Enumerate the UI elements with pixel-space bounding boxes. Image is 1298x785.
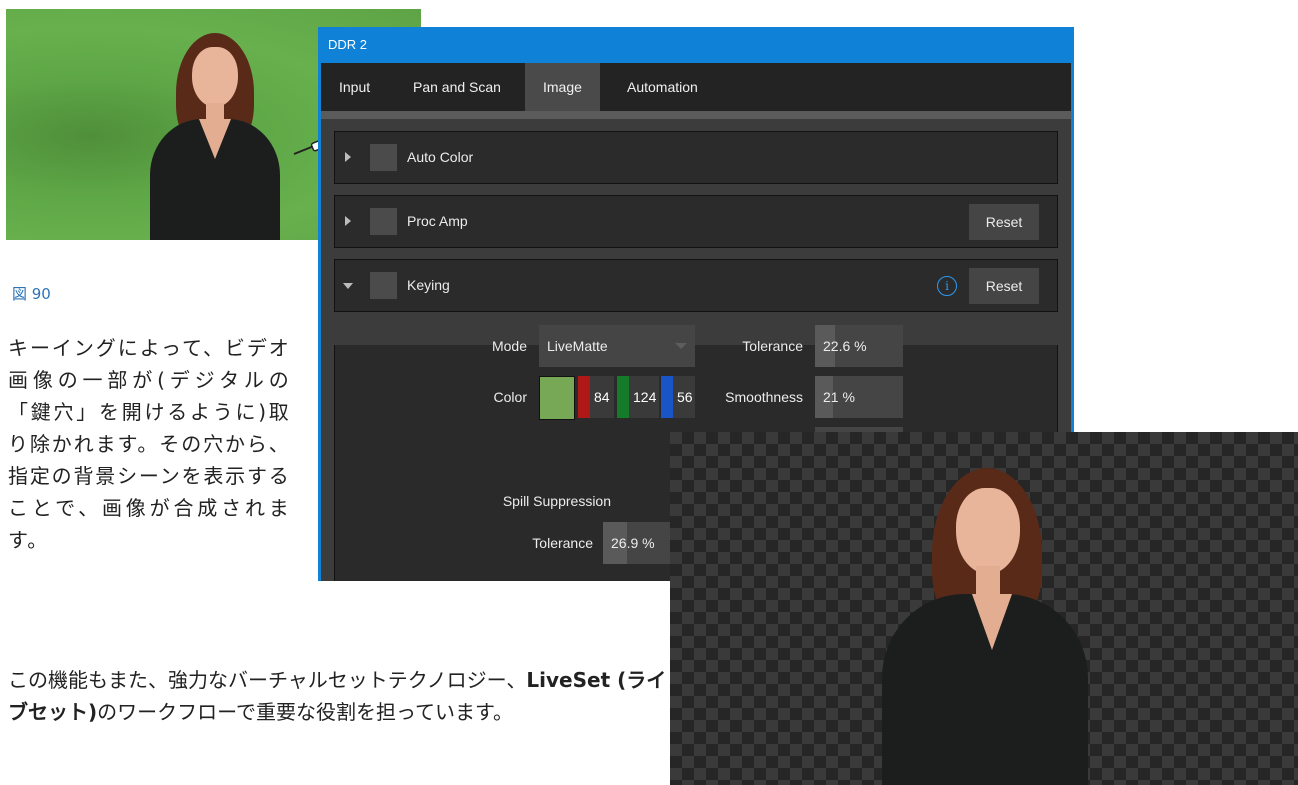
smoothness-label: Smoothness <box>725 389 803 405</box>
mode-label: Mode <box>491 338 527 354</box>
proc-amp-reset-button[interactable]: Reset <box>969 204 1039 240</box>
proc-amp-checkbox[interactable] <box>370 208 397 235</box>
smoothness-value: 21 % <box>823 389 855 405</box>
tab-pan-and-scan[interactable]: Pan and Scan <box>395 63 519 111</box>
para2-suffix: のワークフローで重要な役割を担っています。 <box>97 700 513 724</box>
tab-automation[interactable]: Automation <box>609 63 716 111</box>
key-color-swatch[interactable] <box>539 376 575 420</box>
blue-channel-bar <box>661 376 673 418</box>
chevron-down-icon <box>675 343 687 349</box>
collapse-arrow-icon[interactable] <box>343 283 353 289</box>
figure-caption: 図 90 <box>12 285 51 303</box>
tolerance-label: Tolerance <box>742 338 803 354</box>
presenter-figure <box>146 27 286 240</box>
mode-dropdown[interactable]: LiveMatte <box>539 325 695 367</box>
tab-image[interactable]: Image <box>525 63 600 111</box>
proc-amp-label: Proc Amp <box>407 213 468 229</box>
red-value: 84 <box>594 389 610 405</box>
mode-value: LiveMatte <box>547 338 608 354</box>
green-value: 124 <box>633 389 657 405</box>
info-icon[interactable]: i <box>937 276 957 296</box>
tolerance-value: 22.6 % <box>823 338 867 354</box>
tab-underline <box>321 111 1071 119</box>
keyed-result-image <box>670 432 1298 785</box>
panel-title: DDR 2 <box>328 37 368 52</box>
spill-tolerance-value: 26.9 % <box>611 535 655 551</box>
auto-color-label: Auto Color <box>407 149 474 165</box>
keyed-presenter-figure <box>880 462 1090 785</box>
section-keying[interactable]: Keying i Reset <box>334 259 1058 312</box>
spill-suppression-label: Spill Suppression <box>502 493 611 509</box>
section-proc-amp[interactable]: Proc Amp Reset <box>334 195 1058 248</box>
body-paragraph-1: キーイングによって、ビデオ画像の一部が(デジタルの「鍵穴」を開けるように)取り除… <box>8 336 290 552</box>
section-auto-color[interactable]: Auto Color <box>334 131 1058 184</box>
expand-arrow-icon[interactable] <box>345 216 351 226</box>
keying-label: Keying <box>407 277 450 293</box>
color-label: Color <box>493 389 527 405</box>
blue-channel-field[interactable]: 56 <box>661 376 695 418</box>
tab-input[interactable]: Input <box>321 63 388 111</box>
keying-checkbox[interactable] <box>370 272 397 299</box>
keying-reset-button[interactable]: Reset <box>969 268 1039 304</box>
body-paragraph-2: この機能もまた、強力なバーチャルセットテクノロジー、LiveSet (ライブセッ… <box>8 664 668 728</box>
green-channel-bar <box>617 376 629 418</box>
para2-prefix: この機能もまた、強力なバーチャルセットテクノロジー、 <box>8 668 527 692</box>
auto-color-checkbox[interactable] <box>370 144 397 171</box>
blue-value: 56 <box>677 389 693 405</box>
red-channel-field[interactable]: 84 <box>578 376 614 418</box>
green-channel-field[interactable]: 124 <box>617 376 659 418</box>
smoothness-slider[interactable]: 21 % <box>815 376 903 418</box>
expand-arrow-icon[interactable] <box>345 152 351 162</box>
tolerance-slider[interactable]: 22.6 % <box>815 325 903 367</box>
tab-bar: Input Pan and Scan Image Automation <box>321 63 1071 111</box>
red-channel-bar <box>578 376 590 418</box>
spill-tolerance-label: Tolerance <box>532 535 593 551</box>
